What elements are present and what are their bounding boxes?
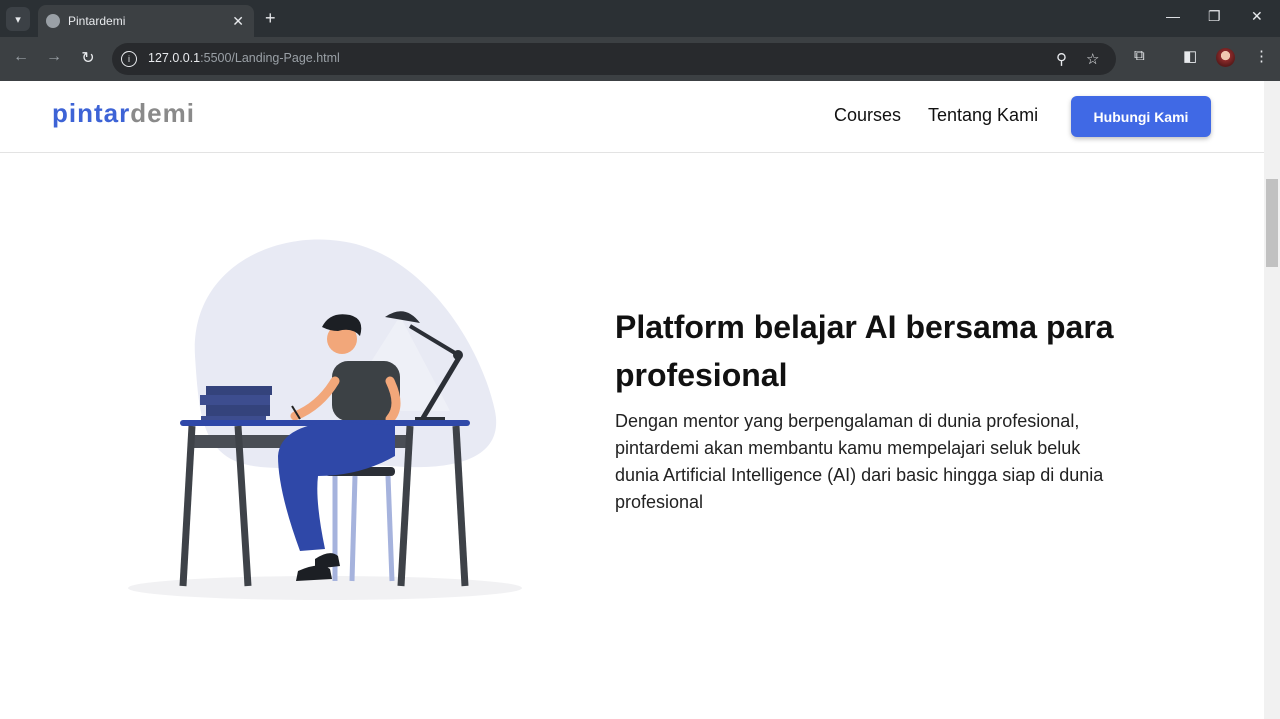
browser-tab-bar: ▾ Pintardemi ✕ + — ❐ ✕ [0, 0, 1280, 37]
address-bar[interactable]: i 127.0.0.1:5500/Landing-Page.html ⚲ ☆ [112, 43, 1116, 75]
book [206, 386, 272, 395]
hubungi-kami-button[interactable]: Hubungi Kami [1071, 96, 1211, 137]
tab-title: Pintardemi [68, 14, 126, 28]
close-tab-icon[interactable]: ✕ [232, 13, 244, 30]
nav-link-courses[interactable]: Courses [834, 105, 901, 126]
restore-button[interactable]: ❐ [1208, 8, 1221, 25]
minimize-button[interactable]: — [1166, 8, 1180, 24]
profile-avatar[interactable] [1216, 48, 1235, 67]
site-logo[interactable]: pintardemi [52, 98, 195, 129]
person-shoe [296, 565, 332, 581]
menu-kebab-icon[interactable]: ⋮ [1254, 47, 1269, 65]
tab-search-button[interactable]: ▾ [6, 7, 30, 31]
url-text: 127.0.0.1:5500/Landing-Page.html [148, 51, 340, 65]
chair-leg [349, 475, 358, 582]
zoom-icon[interactable]: ⚲ [1056, 50, 1067, 68]
hero-description: Dengan mentor yang berpengalaman di duni… [615, 411, 1104, 512]
lamp-joint [453, 350, 463, 360]
new-tab-button[interactable]: + [265, 8, 276, 29]
book [206, 405, 270, 416]
hero-title: Platform belajar AI bersama para profesi… [615, 309, 1114, 393]
hero-illustration [128, 239, 522, 600]
scrollbar-thumb[interactable] [1266, 179, 1278, 267]
globe-icon [46, 14, 60, 28]
back-icon[interactable]: ← [10, 48, 32, 66]
chair-leg [385, 475, 395, 582]
forward-icon[interactable]: → [43, 48, 65, 66]
site-header: pintardemi Courses Tentang Kami Hubungi … [0, 81, 1264, 153]
site-info-icon[interactable]: i [121, 51, 137, 67]
browser-toolbar: ← → ↻ i 127.0.0.1:5500/Landing-Page.html… [0, 37, 1280, 81]
nav-link-tentang-kami[interactable]: Tentang Kami [928, 105, 1038, 126]
side-panel-icon[interactable]: ◧ [1183, 47, 1197, 65]
reload-icon[interactable]: ↻ [77, 48, 99, 68]
extensions-icon[interactable]: ⧉ [1134, 47, 1145, 64]
browser-tab[interactable]: Pintardemi ✕ [38, 5, 254, 37]
bookmark-star-icon[interactable]: ☆ [1086, 50, 1099, 68]
page-viewport: pintardemi Courses Tentang Kami Hubungi … [0, 81, 1264, 719]
window-close-button[interactable]: ✕ [1251, 8, 1263, 25]
page-scrollbar[interactable] [1264, 81, 1280, 719]
desk-leg [179, 425, 196, 587]
book [200, 395, 270, 405]
